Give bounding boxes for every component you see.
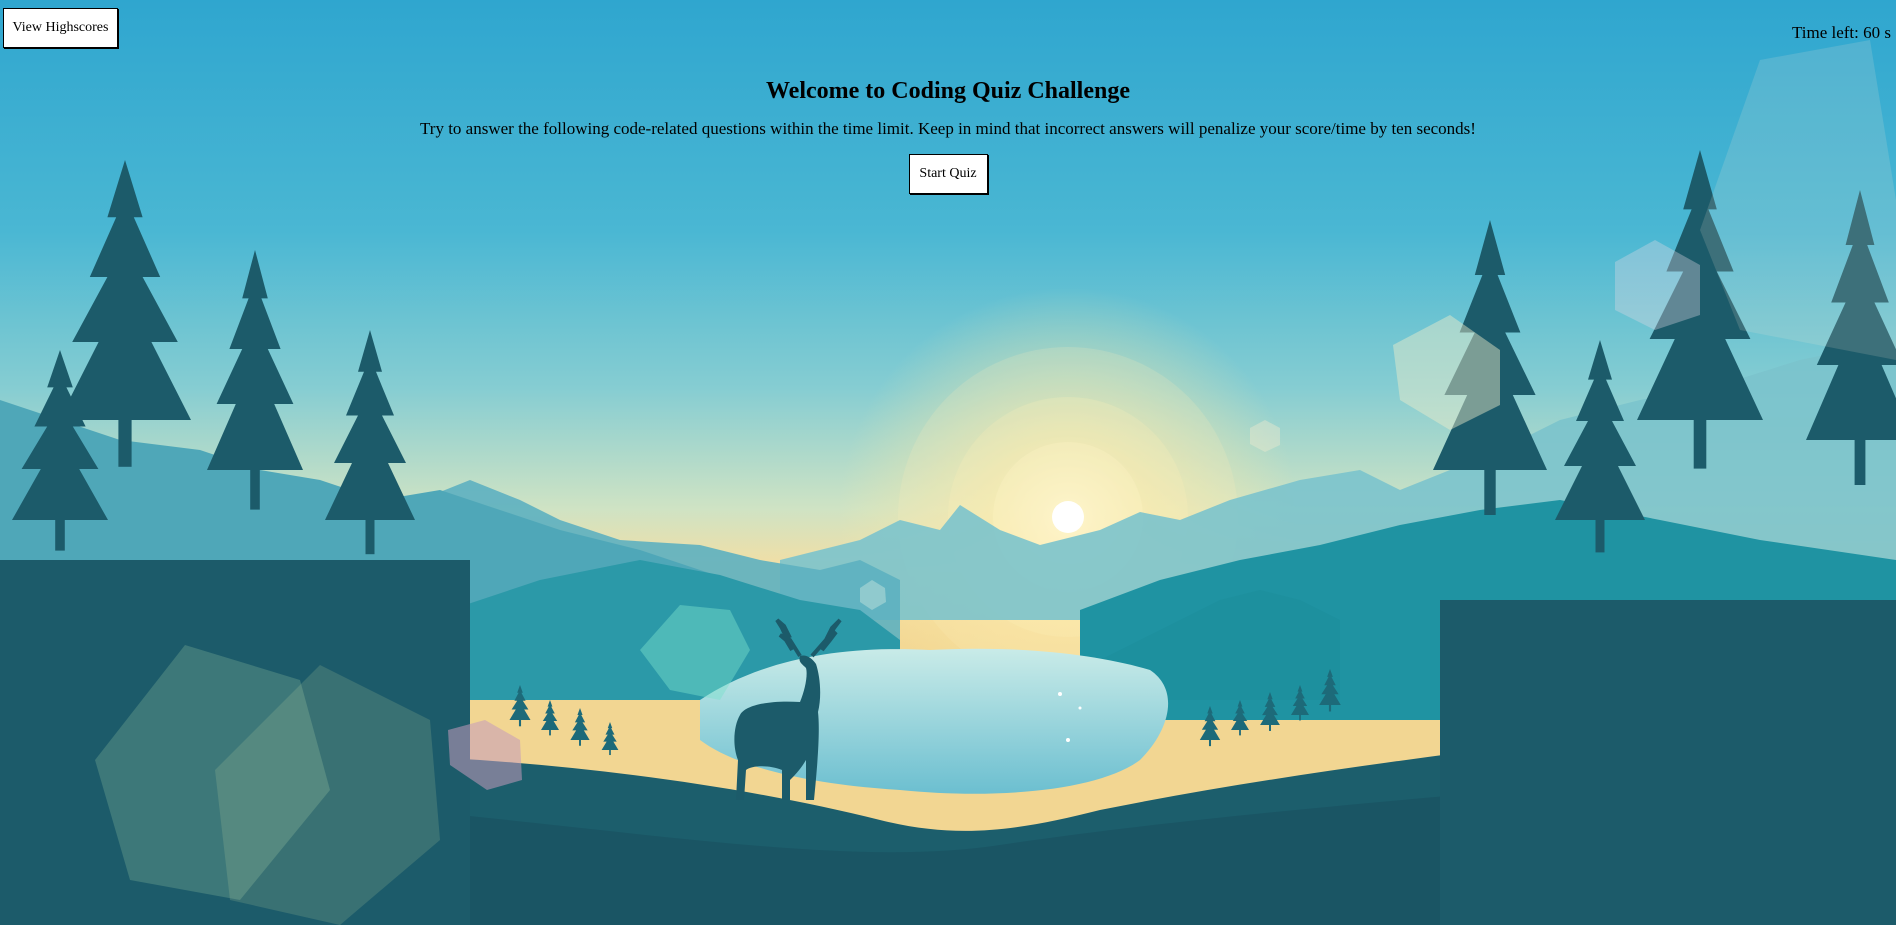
quiz-instructions: Try to answer the following code-related… <box>420 119 1476 138</box>
start-quiz-button[interactable]: Start Quiz <box>908 154 988 194</box>
quiz-intro: Welcome to Coding Quiz Challenge Try to … <box>0 0 1896 194</box>
quiz-page: View Highscores Time left: 60 s Welcome … <box>0 0 1896 925</box>
page-title: Welcome to Coding Quiz Challenge <box>766 78 1130 104</box>
